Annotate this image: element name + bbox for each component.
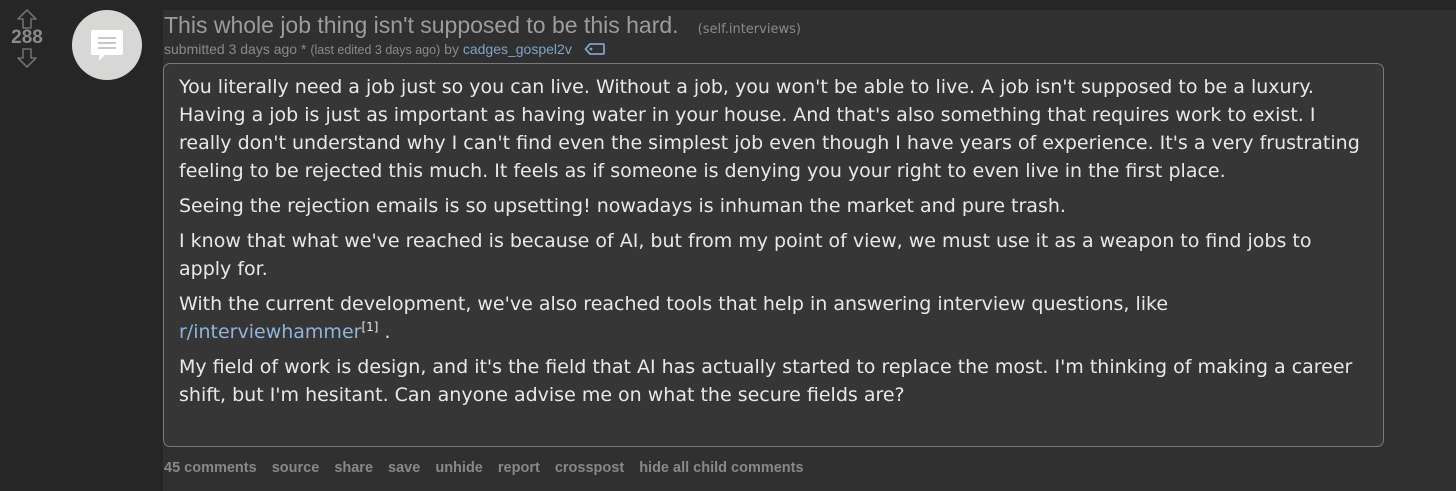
- reddit-post: 288 This whole job thing isn't supposed …: [0, 0, 1456, 491]
- crosspost-button[interactable]: crosspost: [555, 460, 624, 476]
- post-body-box: You literally need a job just so you can…: [163, 63, 1384, 447]
- vote-score: 288: [11, 27, 43, 48]
- body-paragraph: You literally need a job just so you can…: [179, 76, 1360, 182]
- title-line: This whole job thing isn't supposed to b…: [164, 12, 801, 39]
- body-paragraph: Seeing the rejection emails is so upsett…: [179, 195, 1066, 217]
- body-text: .: [378, 321, 391, 343]
- edited-time: (last edited 3 days ago): [310, 43, 441, 57]
- source-button[interactable]: source: [272, 460, 320, 476]
- share-button[interactable]: share: [334, 460, 373, 476]
- tag-icon[interactable]: [584, 42, 606, 56]
- author-link[interactable]: cadges_gospel2v: [463, 41, 572, 57]
- save-button[interactable]: save: [388, 460, 420, 476]
- arrow-down-icon[interactable]: [16, 47, 38, 69]
- footnote-ref[interactable]: [1]: [361, 320, 378, 334]
- post-tagline: submitted 3 days ago * (last edited 3 da…: [164, 41, 606, 57]
- post-thumbnail[interactable]: [72, 10, 142, 80]
- post-buttons: 45 comments source share save unhide rep…: [164, 460, 815, 476]
- post-domain[interactable]: (self.interviews): [698, 22, 801, 37]
- self-post-icon: [91, 30, 123, 61]
- comments-link[interactable]: 45 comments: [164, 460, 257, 476]
- report-button[interactable]: report: [498, 460, 540, 476]
- body-paragraph: My field of work is design, and it's the…: [179, 356, 1353, 406]
- post-title[interactable]: This whole job thing isn't supposed to b…: [164, 12, 679, 38]
- by-label: by: [440, 41, 463, 57]
- body-paragraph: With the current development, we've also…: [179, 290, 1368, 346]
- vote-column: 288: [0, 8, 54, 69]
- subreddit-link[interactable]: r/interviewhammer: [179, 321, 361, 343]
- body-text: With the current development, we've also…: [179, 293, 1169, 315]
- post-body: You literally need a job just so you can…: [179, 73, 1368, 409]
- unhide-button[interactable]: unhide: [435, 460, 483, 476]
- submitted-time: submitted 3 days ago *: [164, 41, 311, 57]
- hide-child-comments-button[interactable]: hide all child comments: [639, 460, 803, 476]
- post-entry: This whole job thing isn't supposed to b…: [163, 10, 1456, 491]
- body-paragraph: I know that what we've reached is becaus…: [179, 230, 1312, 280]
